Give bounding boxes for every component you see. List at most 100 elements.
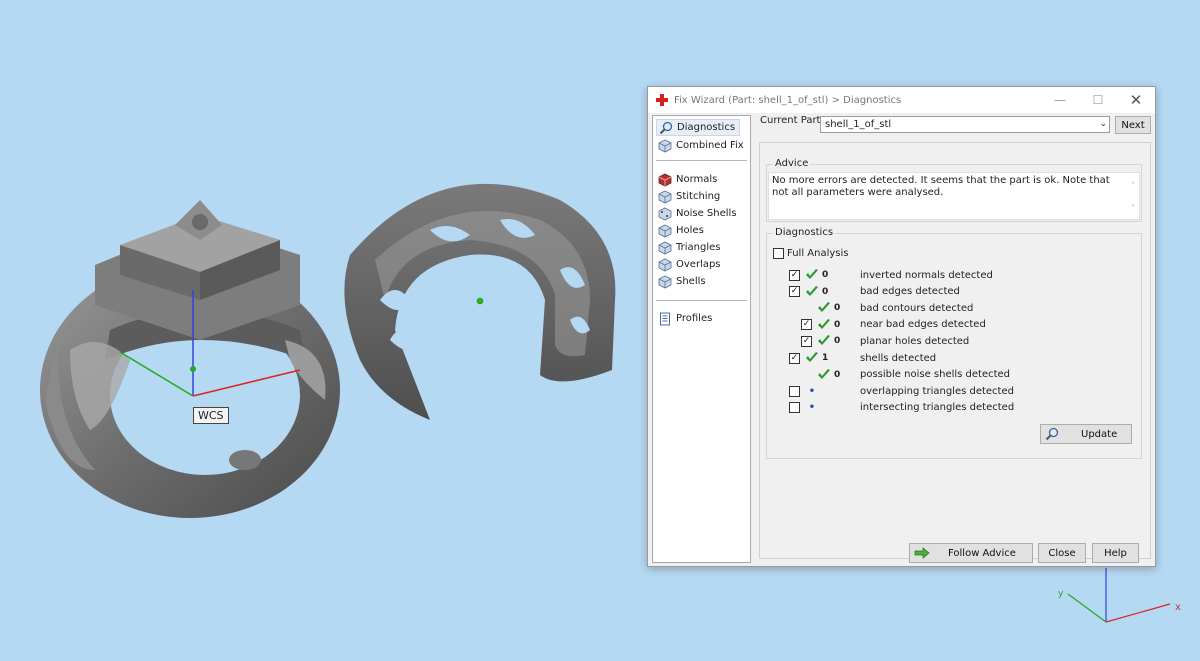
nav-label: Profiles: [676, 313, 713, 324]
follow-advice-button[interactable]: Follow Advice: [909, 543, 1033, 563]
diagnostic-checkbox[interactable]: ✓: [801, 319, 812, 331]
diagnostic-count: 0: [834, 303, 841, 314]
next-button[interactable]: Next: [1115, 116, 1151, 134]
nav-item-overlaps[interactable]: Overlaps: [656, 256, 725, 273]
diagnostic-checkbox[interactable]: ✓: [789, 352, 800, 364]
cube-icon: [658, 258, 672, 271]
fix-wizard-dialog: Fix Wizard (Part: shell_1_of_stl) > Diag…: [647, 86, 1156, 567]
full-analysis-checkbox[interactable]: [773, 247, 784, 259]
diagnostics-title: Diagnostics: [773, 227, 836, 238]
diagnostic-checkbox[interactable]: ✓: [789, 286, 800, 298]
signet-ring-model: [40, 200, 340, 518]
diagnostic-count: 0: [834, 336, 841, 347]
nav-label: Overlaps: [676, 259, 721, 270]
nav-label: Shells: [676, 276, 706, 287]
follow-advice-label: Follow Advice: [948, 547, 1016, 559]
magnifier-icon: [1045, 427, 1059, 441]
cube-icon: [658, 207, 672, 220]
green-check-icon: [806, 269, 818, 279]
title-bar[interactable]: Fix Wizard (Part: shell_1_of_stl) > Diag…: [648, 87, 1155, 113]
diagnostic-count: 0: [822, 270, 829, 280]
green-check-icon: [818, 302, 830, 313]
diagnostic-label: overlapping triangles detected: [860, 385, 1014, 397]
svg-text:y: y: [1058, 589, 1064, 599]
nav-item-diagnostics[interactable]: Diagnostics: [656, 119, 741, 136]
help-button[interactable]: Help: [1092, 543, 1139, 563]
diagnostic-checkbox[interactable]: [789, 385, 800, 397]
nav-item-holes[interactable]: Holes: [656, 222, 708, 239]
diagnostic-count: 0: [822, 286, 829, 297]
cube-red-icon: [658, 173, 672, 186]
diagnostic-checkbox[interactable]: ✓: [801, 335, 812, 347]
cube-icon: [658, 139, 672, 152]
wcs-label: WCS: [193, 407, 229, 424]
diagnostic-label: planar holes detected: [860, 335, 970, 347]
advice-text: No more errors are detected. It seems th…: [772, 175, 1110, 198]
diagnostic-row: • overlapping triangles detected: [789, 384, 1014, 398]
cube-icon: [658, 275, 672, 288]
cube-icon: [658, 190, 672, 203]
diagnostics-panel: Advice No more errors are detected. It s…: [759, 142, 1151, 559]
maximize-button[interactable]: ☐: [1079, 87, 1117, 113]
nav-item-normals[interactable]: Normals: [656, 171, 721, 188]
diagnostic-row: 0 bad contours detected: [801, 301, 973, 315]
diagnostic-checkbox[interactable]: [789, 402, 800, 414]
green-check-icon: [818, 318, 830, 329]
current-part-select[interactable]: shell_1_of_stl ⌄: [820, 116, 1110, 133]
nav-label: Normals: [676, 174, 718, 185]
nav-divider: [656, 160, 747, 161]
advice-title: Advice: [773, 158, 811, 169]
svg-text:x: x: [1175, 602, 1181, 613]
nav-label: Combined Fix: [676, 140, 744, 151]
green-check-icon: [818, 335, 830, 346]
full-analysis-row[interactable]: Full Analysis: [773, 246, 848, 260]
current-part-label: Current Part:: [760, 115, 824, 126]
pivot-point: [476, 297, 484, 305]
diagnostic-count: 1: [822, 353, 829, 363]
scroll-up-icon[interactable]: ˄: [1131, 180, 1135, 192]
diagnostic-row: • intersecting triangles detected: [789, 401, 1014, 415]
nav-label: Diagnostics: [677, 122, 736, 133]
green-arrow-icon: [914, 547, 930, 559]
advice-text-box[interactable]: No more errors are detected. It seems th…: [768, 172, 1140, 220]
diagnostic-label: inverted normals detected: [860, 269, 993, 281]
diagnostics-group: Diagnostics Full Analysis ✓ 0 inverted nor…: [766, 227, 1142, 459]
not-analysed-dot-icon: •: [808, 402, 816, 414]
green-check-icon: [806, 285, 818, 296]
cube-icon: [658, 241, 672, 254]
update-label: Update: [1081, 428, 1118, 440]
close-window-button[interactable]: ✕: [1117, 87, 1155, 113]
nav-item-triangles[interactable]: Triangles: [656, 239, 724, 256]
nav-item-profiles[interactable]: Profiles: [656, 310, 716, 327]
close-button[interactable]: Close: [1038, 543, 1086, 563]
nav-item-shells[interactable]: Shells: [656, 273, 710, 290]
current-part-value: shell_1_of_stl: [825, 119, 892, 130]
nav-label: Holes: [676, 225, 704, 236]
nav-item-noise-shells[interactable]: Noise Shells: [656, 205, 741, 222]
nav-item-stitching[interactable]: Stitching: [656, 188, 724, 205]
diagnostic-label: near bad edges detected: [860, 319, 986, 331]
advice-group: Advice No more errors are detected. It s…: [766, 158, 1142, 222]
green-check-icon: [818, 368, 830, 379]
diagnostic-label: shells detected: [860, 352, 937, 364]
nav-label: Noise Shells: [676, 208, 737, 219]
update-button[interactable]: Update: [1040, 424, 1132, 444]
magnifier-icon: [659, 121, 673, 134]
nav-item-combined-fix[interactable]: Combined Fix: [656, 137, 748, 154]
scroll-down-icon[interactable]: ˅: [1131, 203, 1135, 215]
diagnostic-label: bad edges detected: [860, 286, 960, 298]
document-icon: [660, 312, 670, 325]
diagnostic-label: bad contours detected: [860, 302, 974, 314]
wizard-nav: Diagnostics Combined Fix Normals Stitchi…: [652, 115, 751, 563]
diagnostic-count: 0: [834, 369, 841, 380]
diagnostic-label: possible noise shells detected: [860, 369, 1011, 381]
minimize-button[interactable]: —: [1041, 87, 1079, 113]
chevron-down-icon: ⌄: [1099, 119, 1107, 129]
diagnostic-checkbox[interactable]: ✓: [789, 269, 800, 281]
full-analysis-label: Full Analysis: [787, 247, 849, 259]
not-analysed-dot-icon: •: [808, 385, 816, 397]
nav-label: Triangles: [676, 242, 721, 253]
diagnostic-row: ✓ 0 bad edges detected: [789, 285, 960, 299]
nav-label: Stitching: [676, 191, 721, 202]
green-check-icon: [806, 352, 818, 362]
